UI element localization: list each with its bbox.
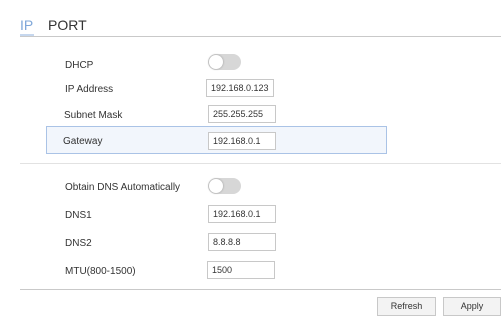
mtu-input[interactable] [207, 261, 275, 279]
dns1-row: DNS1 [48, 205, 388, 229]
tab-ip[interactable]: IP [20, 17, 33, 33]
tab-port[interactable]: PORT [48, 17, 87, 33]
dns2-label: DNS2 [65, 238, 92, 249]
dns2-input[interactable] [208, 233, 276, 251]
obtain-dns-row: Obtain DNS Automatically [48, 177, 388, 201]
footer-divider [20, 289, 501, 290]
tab-bar: IP PORT [0, 0, 501, 40]
subnet-mask-input[interactable] [208, 105, 276, 123]
obtain-dns-toggle[interactable] [208, 178, 241, 194]
apply-button[interactable]: Apply [443, 297, 501, 316]
mtu-row: MTU(800-1500) [48, 261, 388, 285]
dns2-row: DNS2 [48, 233, 388, 257]
ip-address-input[interactable] [206, 79, 274, 97]
dns1-input[interactable] [208, 205, 276, 223]
toggle-knob [209, 55, 223, 69]
section-divider [20, 163, 501, 164]
obtain-dns-label: Obtain DNS Automatically [65, 182, 181, 193]
subnet-mask-label: Subnet Mask [64, 110, 123, 121]
gateway-input[interactable] [208, 132, 276, 150]
gateway-row: Gateway [46, 126, 387, 154]
toggle-knob [209, 179, 223, 193]
refresh-button[interactable]: Refresh [377, 297, 436, 316]
dhcp-row: DHCP [48, 54, 388, 78]
ip-address-label: IP Address [65, 84, 114, 95]
mtu-label: MTU(800-1500) [65, 266, 136, 277]
network-settings-page: IP PORT DHCP IP Address Subnet Mask Gate… [0, 0, 501, 321]
dns1-label: DNS1 [65, 210, 92, 221]
header-divider [20, 36, 501, 37]
ip-address-row: IP Address [48, 79, 388, 103]
gateway-label: Gateway [63, 136, 103, 147]
dhcp-toggle[interactable] [208, 54, 241, 70]
dhcp-label: DHCP [65, 60, 94, 71]
